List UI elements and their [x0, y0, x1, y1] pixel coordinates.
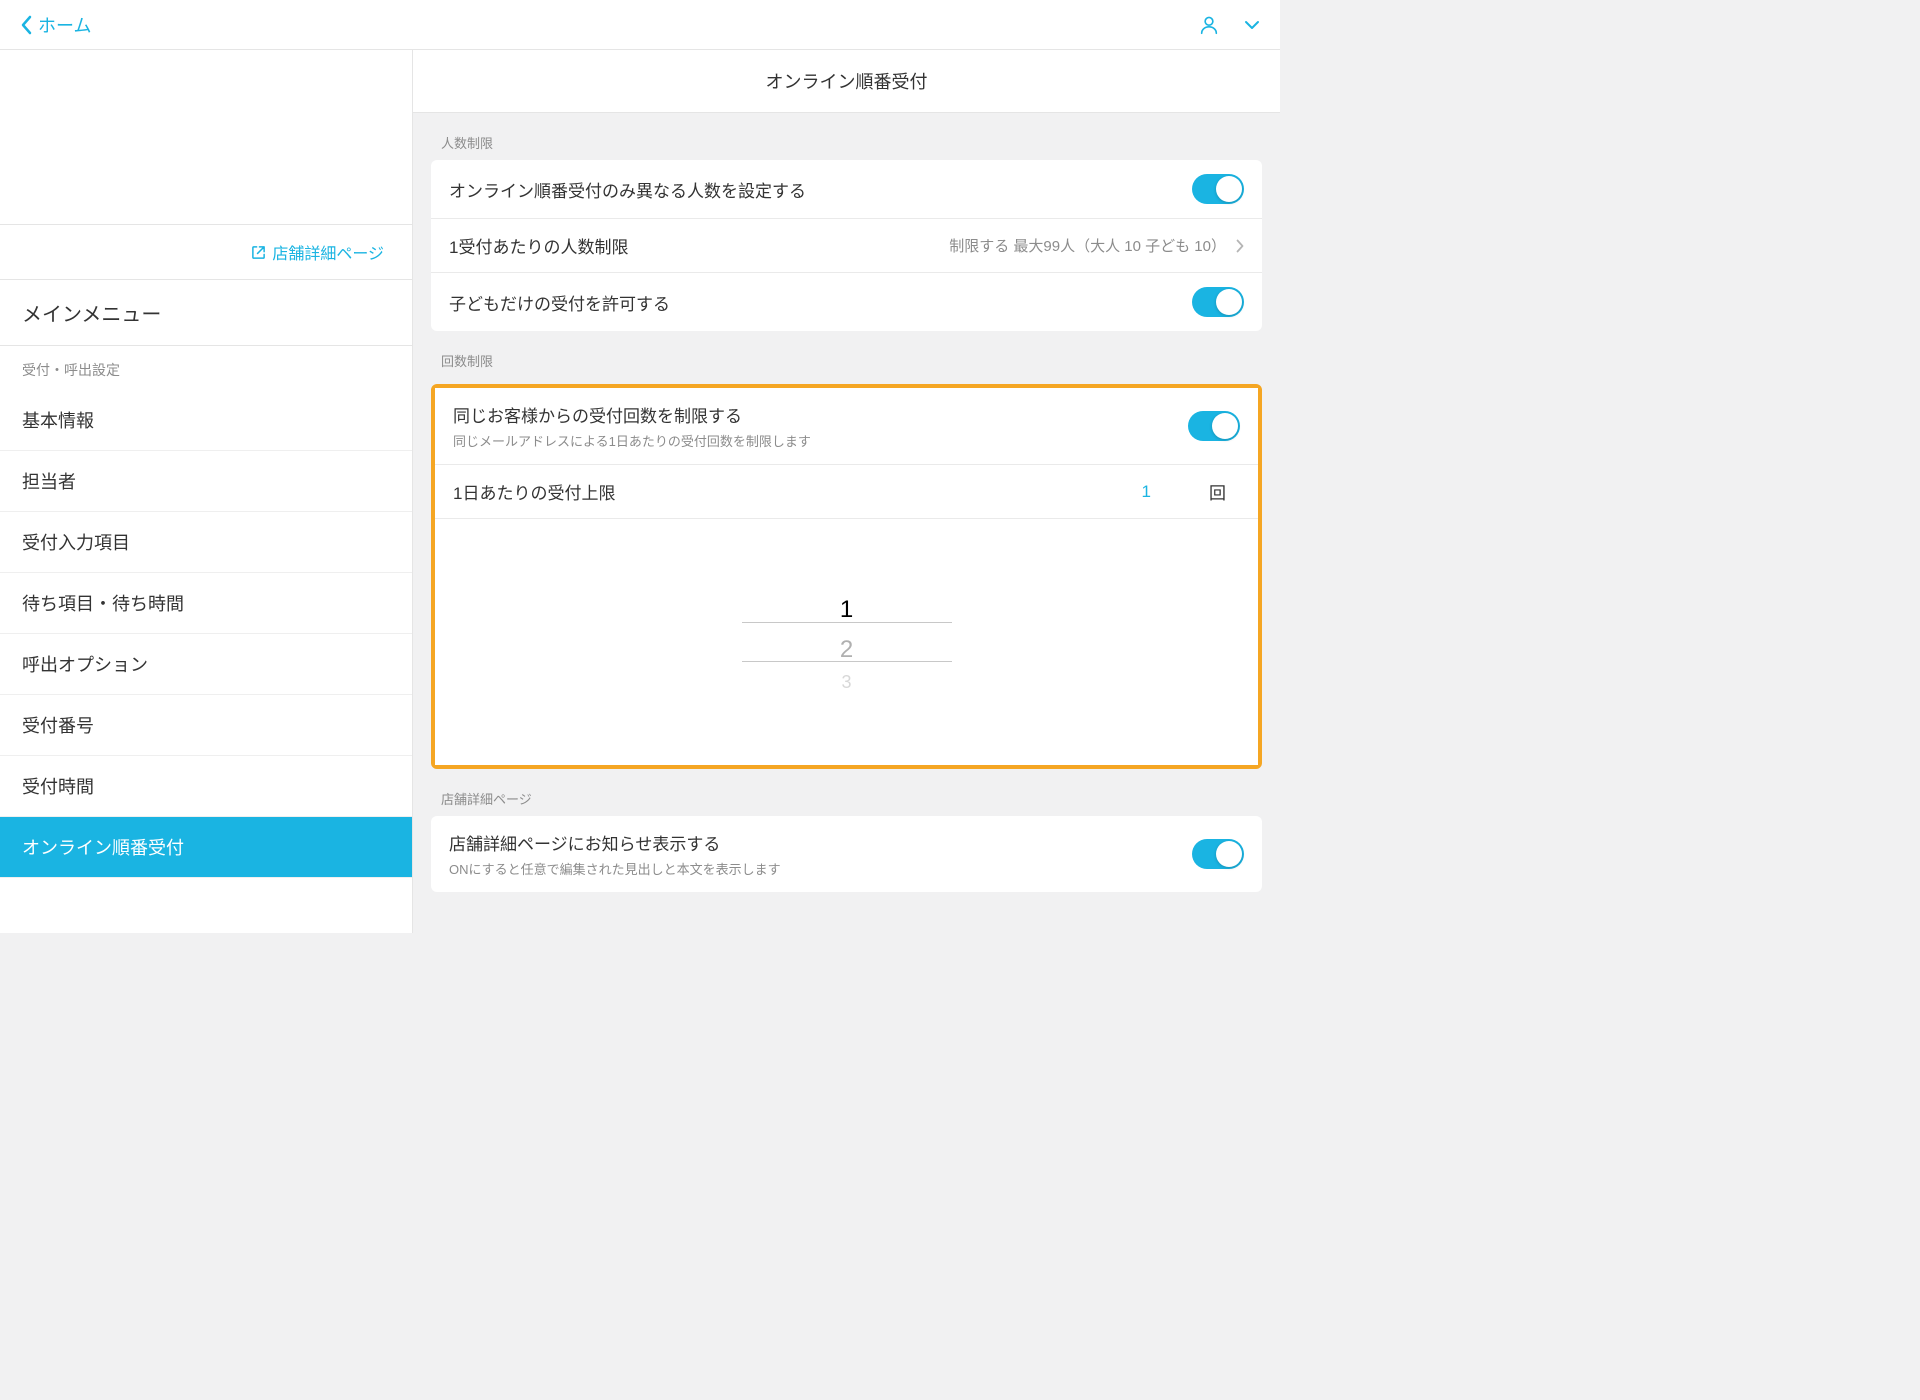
external-link-icon [251, 245, 266, 260]
row-value: 制限する 最大99人（大人 10 子ども 10） [949, 235, 1226, 256]
row-children-only: 子どもだけの受付を許可する [431, 273, 1262, 331]
card-people-limit: オンライン順番受付のみ異なる人数を設定する 1受付あたりの人数制限 制限する 最… [431, 160, 1262, 331]
number-picker[interactable]: 1 2 3 [435, 519, 1258, 765]
main-content: オンライン順番受付 人数制限 オンライン順番受付のみ異なる人数を設定する 1受付… [413, 50, 1280, 933]
sidebar-logo-area [0, 50, 412, 225]
app-header: ホーム [0, 0, 1280, 50]
toggle-different-count[interactable] [1192, 174, 1244, 204]
row-sublabel: ONにすると任意で編集された見出しと本文を表示します [449, 859, 1192, 878]
sidebar-item-basic[interactable]: 基本情報 [0, 390, 412, 451]
back-label: ホーム [38, 12, 91, 38]
sidebar: 店舗詳細ページ メインメニュー 受付・呼出設定 基本情報 担当者 受付入力項目 … [0, 50, 413, 933]
sidebar-section-label: 受付・呼出設定 [0, 346, 412, 390]
chevron-left-icon [20, 15, 32, 35]
row-label: 1受付あたりの人数制限 [449, 233, 628, 258]
section-label-people: 人数制限 [431, 113, 1262, 160]
row-label: 店舗詳細ページにお知らせ表示する [449, 830, 1192, 855]
store-detail-link[interactable]: 店舗詳細ページ [0, 225, 412, 280]
sidebar-item-inputs[interactable]: 受付入力項目 [0, 512, 412, 573]
picker-value-after[interactable]: 3 [742, 670, 952, 694]
header-right [1198, 14, 1260, 36]
row-right: 制限する 最大99人（大人 10 子ども 10） [949, 235, 1244, 256]
sidebar-item-call[interactable]: 呼出オプション [0, 634, 412, 695]
sidebar-item-online[interactable]: オンライン順番受付 [0, 817, 412, 878]
toggle-children-only[interactable] [1192, 287, 1244, 317]
page-title: オンライン順番受付 [413, 50, 1280, 113]
row-label: 1日あたりの受付上限 [453, 479, 615, 504]
user-icon[interactable] [1198, 14, 1220, 36]
row-different-count: オンライン順番受付のみ異なる人数を設定する [431, 160, 1262, 219]
row-label: オンライン順番受付のみ異なる人数を設定する [449, 177, 806, 202]
store-link-label: 店舗詳細ページ [272, 240, 384, 264]
row-right: 1 回 [1142, 479, 1240, 504]
row-per-reception-limit[interactable]: 1受付あたりの人数制限 制限する 最大99人（大人 10 子ども 10） [431, 219, 1262, 273]
row-sublabel: 同じメールアドレスによる1日あたりの受付回数を制限します [453, 431, 1188, 450]
main-scroll[interactable]: 人数制限 オンライン順番受付のみ異なる人数を設定する 1受付あたりの人数制限 制… [413, 113, 1280, 933]
section-label-store-page: 店舗詳細ページ [431, 769, 1262, 816]
highlighted-section: 同じお客様からの受付回数を制限する 同じメールアドレスによる1日あたりの受付回数… [431, 384, 1262, 769]
row-daily-limit: 1日あたりの受付上限 1 回 [435, 465, 1258, 519]
sidebar-main-menu[interactable]: メインメニュー [0, 280, 412, 346]
row-show-notice: 店舗詳細ページにお知らせ表示する ONにすると任意で編集された見出しと本文を表示… [431, 816, 1262, 892]
sidebar-item-number[interactable]: 受付番号 [0, 695, 412, 756]
picker-selection-lines [742, 622, 952, 662]
card-count-limit: 同じお客様からの受付回数を制限する 同じメールアドレスによる1日あたりの受付回数… [435, 388, 1258, 765]
row-label: 同じお客様からの受付回数を制限する [453, 402, 1188, 427]
back-button[interactable]: ホーム [20, 12, 91, 38]
chevron-right-icon [1236, 239, 1244, 253]
sidebar-item-staff[interactable]: 担当者 [0, 451, 412, 512]
card-store-page: 店舗詳細ページにお知らせ表示する ONにすると任意で編集された見出しと本文を表示… [431, 816, 1262, 892]
row-label: 子どもだけの受付を許可する [449, 290, 670, 315]
chevron-down-icon[interactable] [1244, 20, 1260, 30]
toggle-show-notice[interactable] [1192, 839, 1244, 869]
daily-limit-unit: 回 [1209, 479, 1226, 504]
row-limit-same-customer: 同じお客様からの受付回数を制限する 同じメールアドレスによる1日あたりの受付回数… [435, 388, 1258, 465]
toggle-limit-same-customer[interactable] [1188, 411, 1240, 441]
section-label-count: 回数制限 [431, 331, 1262, 378]
sidebar-item-wait[interactable]: 待ち項目・待ち時間 [0, 573, 412, 634]
daily-limit-value[interactable]: 1 [1142, 482, 1151, 502]
sidebar-item-time[interactable]: 受付時間 [0, 756, 412, 817]
